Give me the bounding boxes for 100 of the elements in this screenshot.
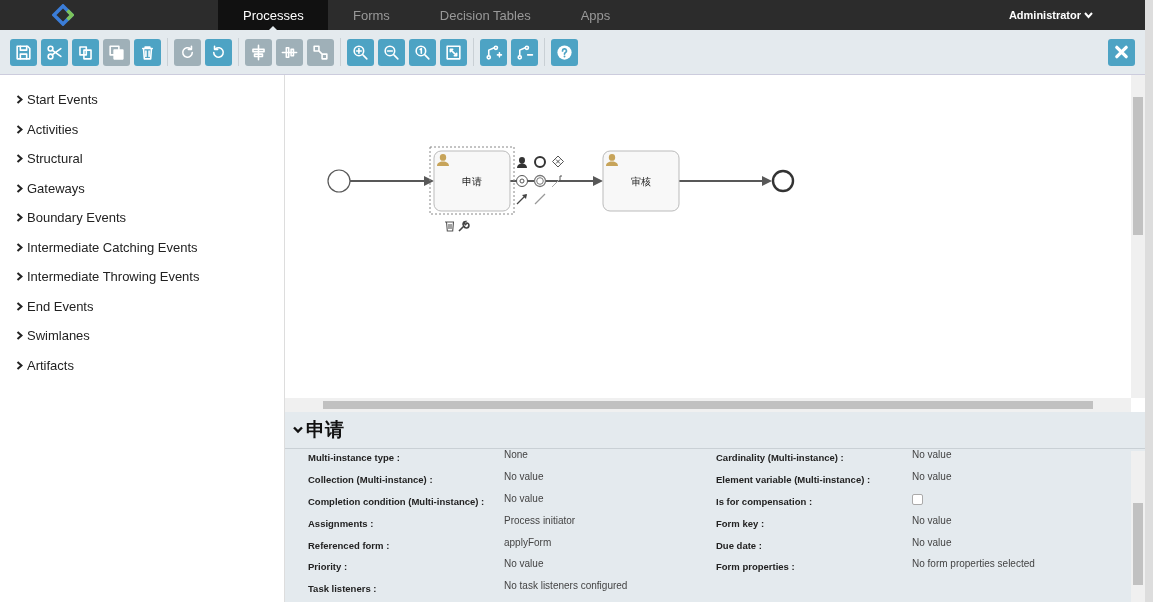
- chevron-icon: [16, 331, 23, 341]
- property-label: Completion condition (Multi-instance) :: [308, 496, 485, 507]
- nav-tab[interactable]: Decision Tables: [414, 0, 556, 30]
- user-icon: [437, 154, 449, 166]
- palette-group[interactable]: Activities: [0, 114, 284, 144]
- property-label: Assignments :: [308, 517, 374, 529]
- property-label: Form properties :: [716, 561, 795, 573]
- property-value: No value: [912, 449, 952, 461]
- chevron-icon: [16, 154, 23, 164]
- scrollbar[interactable]: [1131, 75, 1145, 398]
- zoom-icon: [413, 42, 432, 62]
- user-icon[interactable]: [517, 157, 527, 168]
- properties-title: 申请: [306, 417, 344, 443]
- caret-icon: [1084, 11, 1093, 19]
- property-label: Is for compensation :: [716, 496, 813, 507]
- zoom-in-button[interactable]: [347, 38, 374, 66]
- nav-tab[interactable]: Processes: [218, 0, 328, 30]
- user-menu[interactable]: Administrator: [1002, 0, 1145, 30]
- palette-group[interactable]: Start Events: [0, 85, 284, 115]
- property-value: No value: [912, 536, 952, 548]
- property-label: Collection (Multi-instance) :: [308, 474, 433, 486]
- line-icon[interactable]: [534, 193, 546, 205]
- scrollbar[interactable]: [1131, 451, 1145, 602]
- palette-group[interactable]: Artifacts: [0, 350, 284, 380]
- property-value: Process initiator: [504, 514, 576, 526]
- zoom-actual-button[interactable]: [409, 38, 436, 66]
- sequence-flow[interactable]: [348, 176, 434, 186]
- palette-group[interactable]: Swimlanes: [0, 321, 284, 351]
- property-value: None: [504, 449, 528, 461]
- property-label: Task listeners :: [308, 583, 377, 595]
- intermediate-event-icon[interactable]: [516, 175, 528, 187]
- palette-group[interactable]: Structural: [0, 144, 284, 174]
- property-value: No value: [504, 471, 544, 483]
- nav-tab[interactable]: Forms: [328, 0, 415, 30]
- chevron-icon[interactable]: [293, 426, 303, 435]
- cut-button[interactable]: [41, 38, 68, 66]
- task-label: 申请: [462, 176, 482, 187]
- end-event[interactable]: [771, 169, 795, 193]
- copy-button[interactable]: [72, 38, 99, 66]
- delete-button[interactable]: [134, 38, 161, 66]
- help-button[interactable]: [551, 38, 578, 66]
- wrench-icon[interactable]: [458, 220, 470, 232]
- add-bendpoint-button[interactable]: [480, 38, 507, 66]
- property-label: Priority :: [308, 561, 348, 573]
- property-value: No value: [504, 558, 544, 570]
- user-icon: [606, 154, 618, 166]
- fit-icon: [444, 42, 463, 62]
- chevron-icon: [16, 360, 23, 370]
- property-label: Cardinality (Multi-instance) :: [716, 452, 844, 464]
- scissors-icon: [45, 42, 64, 62]
- sequence-flow[interactable]: [509, 176, 603, 186]
- gateway-icon[interactable]: [552, 155, 564, 168]
- resize-icon: [311, 42, 330, 62]
- zoom-in-icon: [351, 42, 370, 62]
- property-value: No task listeners configured: [504, 580, 628, 592]
- chevron-icon: [16, 183, 23, 193]
- remove-bendpoint-button[interactable]: [511, 38, 538, 66]
- close-icon: [1114, 44, 1129, 60]
- chevron-icon: [16, 213, 23, 223]
- palette-group[interactable]: End Events: [0, 291, 284, 321]
- arrow-icon[interactable]: [516, 194, 527, 205]
- zoom-out-icon: [382, 42, 401, 62]
- property-label: Element variable (Multi-instance) :: [716, 474, 871, 486]
- circle-icon[interactable]: [534, 156, 546, 168]
- property-value: No value: [912, 514, 952, 526]
- chevron-icon: [16, 242, 23, 252]
- palette-group[interactable]: Gateways: [0, 173, 284, 203]
- paste-icon: [107, 42, 126, 62]
- sequence-flow[interactable]: [678, 176, 772, 186]
- property-label: Due date :: [716, 539, 762, 551]
- undo-button[interactable]: [205, 38, 232, 66]
- align-icon: [249, 42, 268, 62]
- chevron-icon: [16, 124, 23, 134]
- zoom-out-button[interactable]: [378, 38, 405, 66]
- zoom-fit-button[interactable]: [440, 38, 467, 66]
- help-icon: [555, 42, 574, 62]
- property-value: No form properties selected: [912, 558, 1035, 570]
- palette-group[interactable]: Intermediate Throwing Events: [0, 262, 284, 292]
- chevron-icon: [16, 301, 23, 311]
- property-value: No value: [912, 471, 952, 483]
- nav-tab[interactable]: Apps: [555, 0, 636, 30]
- close-button[interactable]: [1108, 38, 1135, 66]
- palette-group[interactable]: Boundary Events: [0, 203, 284, 233]
- property-label: Referenced form :: [308, 539, 390, 551]
- delete-icon[interactable]: [444, 221, 455, 232]
- logo-icon: [52, 4, 74, 26]
- property-label: Form key :: [716, 517, 765, 529]
- chevron-icon: [16, 272, 23, 282]
- double-circle-icon[interactable]: [533, 174, 547, 188]
- palette-group[interactable]: Intermediate Catching Events: [0, 232, 284, 262]
- start-event[interactable]: [327, 169, 351, 193]
- chevron-icon: [16, 95, 23, 105]
- annotation-icon[interactable]: [551, 175, 563, 188]
- task-label: 审核: [631, 176, 651, 187]
- save-button[interactable]: [10, 38, 37, 66]
- property-value: applyForm: [504, 536, 552, 548]
- property-label: Multi-instance type :: [308, 452, 400, 464]
- property-value: No value: [504, 493, 544, 504]
- scrollbar[interactable]: [285, 398, 1131, 412]
- checkbox[interactable]: [912, 494, 923, 505]
